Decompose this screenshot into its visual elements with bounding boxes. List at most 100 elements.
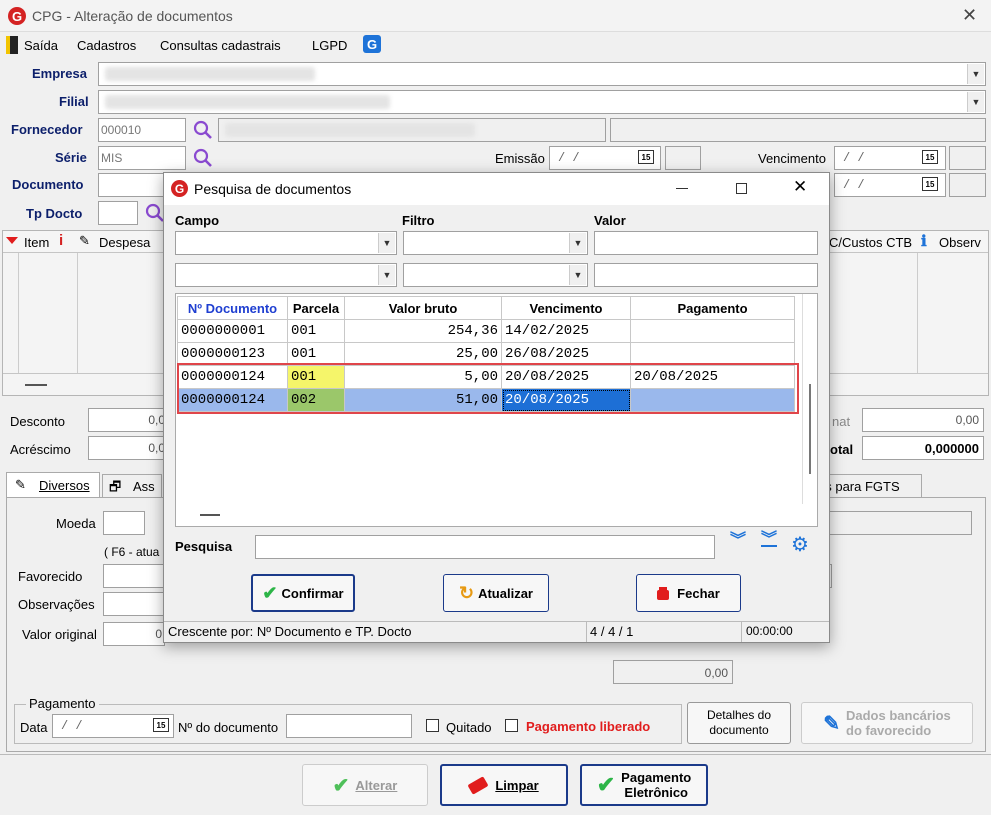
serie-input[interactable]: MIS — [98, 146, 186, 170]
menu-lgpd[interactable]: LGPD — [312, 38, 347, 53]
col-observ[interactable]: Observ — [939, 235, 981, 250]
chevron-down-end-icon[interactable]: ︾ — [761, 532, 778, 548]
fechar-label: Fechar — [677, 585, 720, 601]
dialog-title: Pesquisa de documentos — [194, 181, 352, 197]
tp-docto-input[interactable] — [98, 201, 138, 225]
liberado-checkbox[interactable] — [505, 719, 518, 732]
calendar-icon[interactable]: 15 — [153, 718, 169, 732]
atualizar-button[interactable]: ↻ Atualizar — [443, 574, 549, 612]
cell-pag[interactable] — [630, 319, 795, 343]
lock-icon — [657, 590, 670, 600]
valor-input-1[interactable] — [594, 231, 818, 255]
chevron-down-icon[interactable]: ▼ — [569, 265, 586, 285]
scroll-thumb[interactable] — [200, 514, 220, 516]
results-grid[interactable]: Nº Documento Parcela Valor bruto Vencime… — [175, 293, 818, 527]
calendar-icon[interactable]: 15 — [922, 150, 938, 164]
chevron-down-icon[interactable]: ▼ — [967, 92, 984, 112]
col-valor-bruto[interactable]: Valor bruto — [344, 296, 502, 320]
filtro-select-2[interactable]: ▼ — [403, 263, 588, 287]
cell-venc[interactable]: 14/02/2025 — [501, 319, 631, 343]
close-icon[interactable]: ✕ — [962, 5, 977, 26]
right-total-input[interactable]: 0,00 — [862, 408, 984, 432]
search-icon[interactable] — [192, 119, 214, 141]
col-pagamento[interactable]: Pagamento — [630, 296, 795, 320]
right-total-label: nat — [832, 414, 851, 429]
scroll-thumb[interactable] — [809, 384, 811, 474]
acrescimo-input[interactable]: 0,0 — [88, 436, 168, 460]
col-item[interactable]: Item — [24, 235, 49, 250]
chevron-down-icon[interactable]: ▼ — [967, 64, 984, 84]
pagamento-eletronico-button[interactable]: ✔ Pagamento Eletrônico — [580, 764, 708, 806]
maximize-icon[interactable] — [736, 183, 747, 194]
filial-select[interactable]: ▼ — [98, 90, 986, 114]
minimize-icon[interactable] — [676, 188, 688, 189]
total-input: 0,000000 — [862, 436, 984, 460]
ndoc-input[interactable] — [286, 714, 412, 738]
search-icon[interactable] — [192, 147, 214, 169]
total-label: otal — [830, 442, 854, 457]
double-chevron-down-icon[interactable]: ︾ — [730, 533, 746, 549]
filial-redacted — [105, 95, 390, 109]
cell-valor[interactable]: 254,36 — [344, 319, 502, 343]
bottom-separator — [0, 754, 991, 755]
col-despesa[interactable]: Despesa — [99, 235, 150, 250]
table-row[interactable]: 0000000001 001 254,36 14/02/2025 — [177, 319, 795, 343]
menu-saida[interactable]: Saída — [24, 38, 58, 53]
detalhes-documento-button[interactable]: Detalhes do documento — [687, 702, 791, 744]
quitado-checkbox[interactable] — [426, 719, 439, 732]
grid-col-line — [917, 253, 918, 373]
window-title: CPG - Alteração de documentos — [32, 8, 233, 24]
pesquisa-input[interactable] — [255, 535, 715, 559]
favorecido-input[interactable] — [103, 564, 165, 588]
exit-door-icon[interactable] — [6, 36, 18, 54]
moeda-input[interactable] — [103, 511, 145, 535]
serie-label: Série — [55, 150, 87, 165]
campo-select-2[interactable]: ▼ — [175, 263, 397, 287]
empresa-redacted — [105, 67, 315, 81]
menu-consultas[interactable]: Consultas cadastrais — [160, 38, 281, 53]
valor-original-input[interactable]: 0 — [103, 622, 165, 646]
menu-cadastros[interactable]: Cadastros — [77, 38, 136, 53]
gear-icon[interactable]: ⚙ — [791, 535, 809, 555]
col-vencimento[interactable]: Vencimento — [501, 296, 631, 320]
campo-select-1[interactable]: ▼ — [175, 231, 397, 255]
campo-label: Campo — [175, 213, 220, 228]
col-cc[interactable]: C/Custos CTB — [829, 235, 912, 250]
app-g-icon[interactable]: G — [363, 35, 381, 53]
col-parcela[interactable]: Parcela — [287, 296, 345, 320]
empresa-label: Empresa — [32, 66, 87, 81]
vencimento-extra — [949, 146, 986, 170]
scroll-thumb[interactable] — [25, 384, 47, 386]
valor-input-2[interactable] — [594, 263, 818, 287]
desconto-label: Desconto — [10, 414, 65, 429]
fechar-button[interactable]: Fechar — [636, 574, 741, 612]
tab-ass[interactable]: 🗗 Ass — [102, 474, 162, 498]
pag-data-label: Data — [20, 720, 48, 735]
confirmar-button[interactable]: ✔ Confirmar — [251, 574, 355, 612]
calendar-icon[interactable]: 15 — [922, 177, 938, 191]
filtro-select-1[interactable]: ▼ — [403, 231, 588, 255]
detalhes-line2: documento — [709, 723, 769, 737]
grid-hscroll[interactable] — [176, 506, 817, 526]
chevron-down-icon[interactable]: ▼ — [378, 233, 395, 253]
dialog-title-bar: G Pesquisa de documentos ✕ — [164, 173, 829, 205]
calendar-icon[interactable]: 15 — [638, 150, 654, 164]
cell-parcela[interactable]: 001 — [287, 319, 345, 343]
observacoes-input[interactable] — [103, 592, 165, 616]
chevron-down-icon[interactable]: ▼ — [378, 265, 395, 285]
tab-diversos[interactable]: ✎ Diversos — [6, 472, 100, 498]
cell-doc[interactable]: 0000000001 — [177, 319, 288, 343]
fornecedor-redacted — [225, 123, 475, 137]
limpar-button[interactable]: Limpar — [440, 764, 568, 806]
close-icon[interactable]: ✕ — [793, 177, 807, 197]
status-sep — [586, 622, 587, 642]
chevron-down-icon[interactable]: ▼ — [569, 233, 586, 253]
alterar-button: ✔ Alterar — [302, 764, 428, 806]
fornecedor-code-input[interactable]: 000010 — [98, 118, 186, 142]
tp-docto-label: Tp Docto — [26, 206, 83, 221]
filial-label: Filial — [59, 94, 89, 109]
grid-vscroll[interactable] — [802, 294, 817, 504]
desconto-input[interactable]: 0,0 — [88, 408, 168, 432]
empresa-select[interactable]: ▼ — [98, 62, 986, 86]
col-nro-documento[interactable]: Nº Documento — [177, 296, 288, 320]
